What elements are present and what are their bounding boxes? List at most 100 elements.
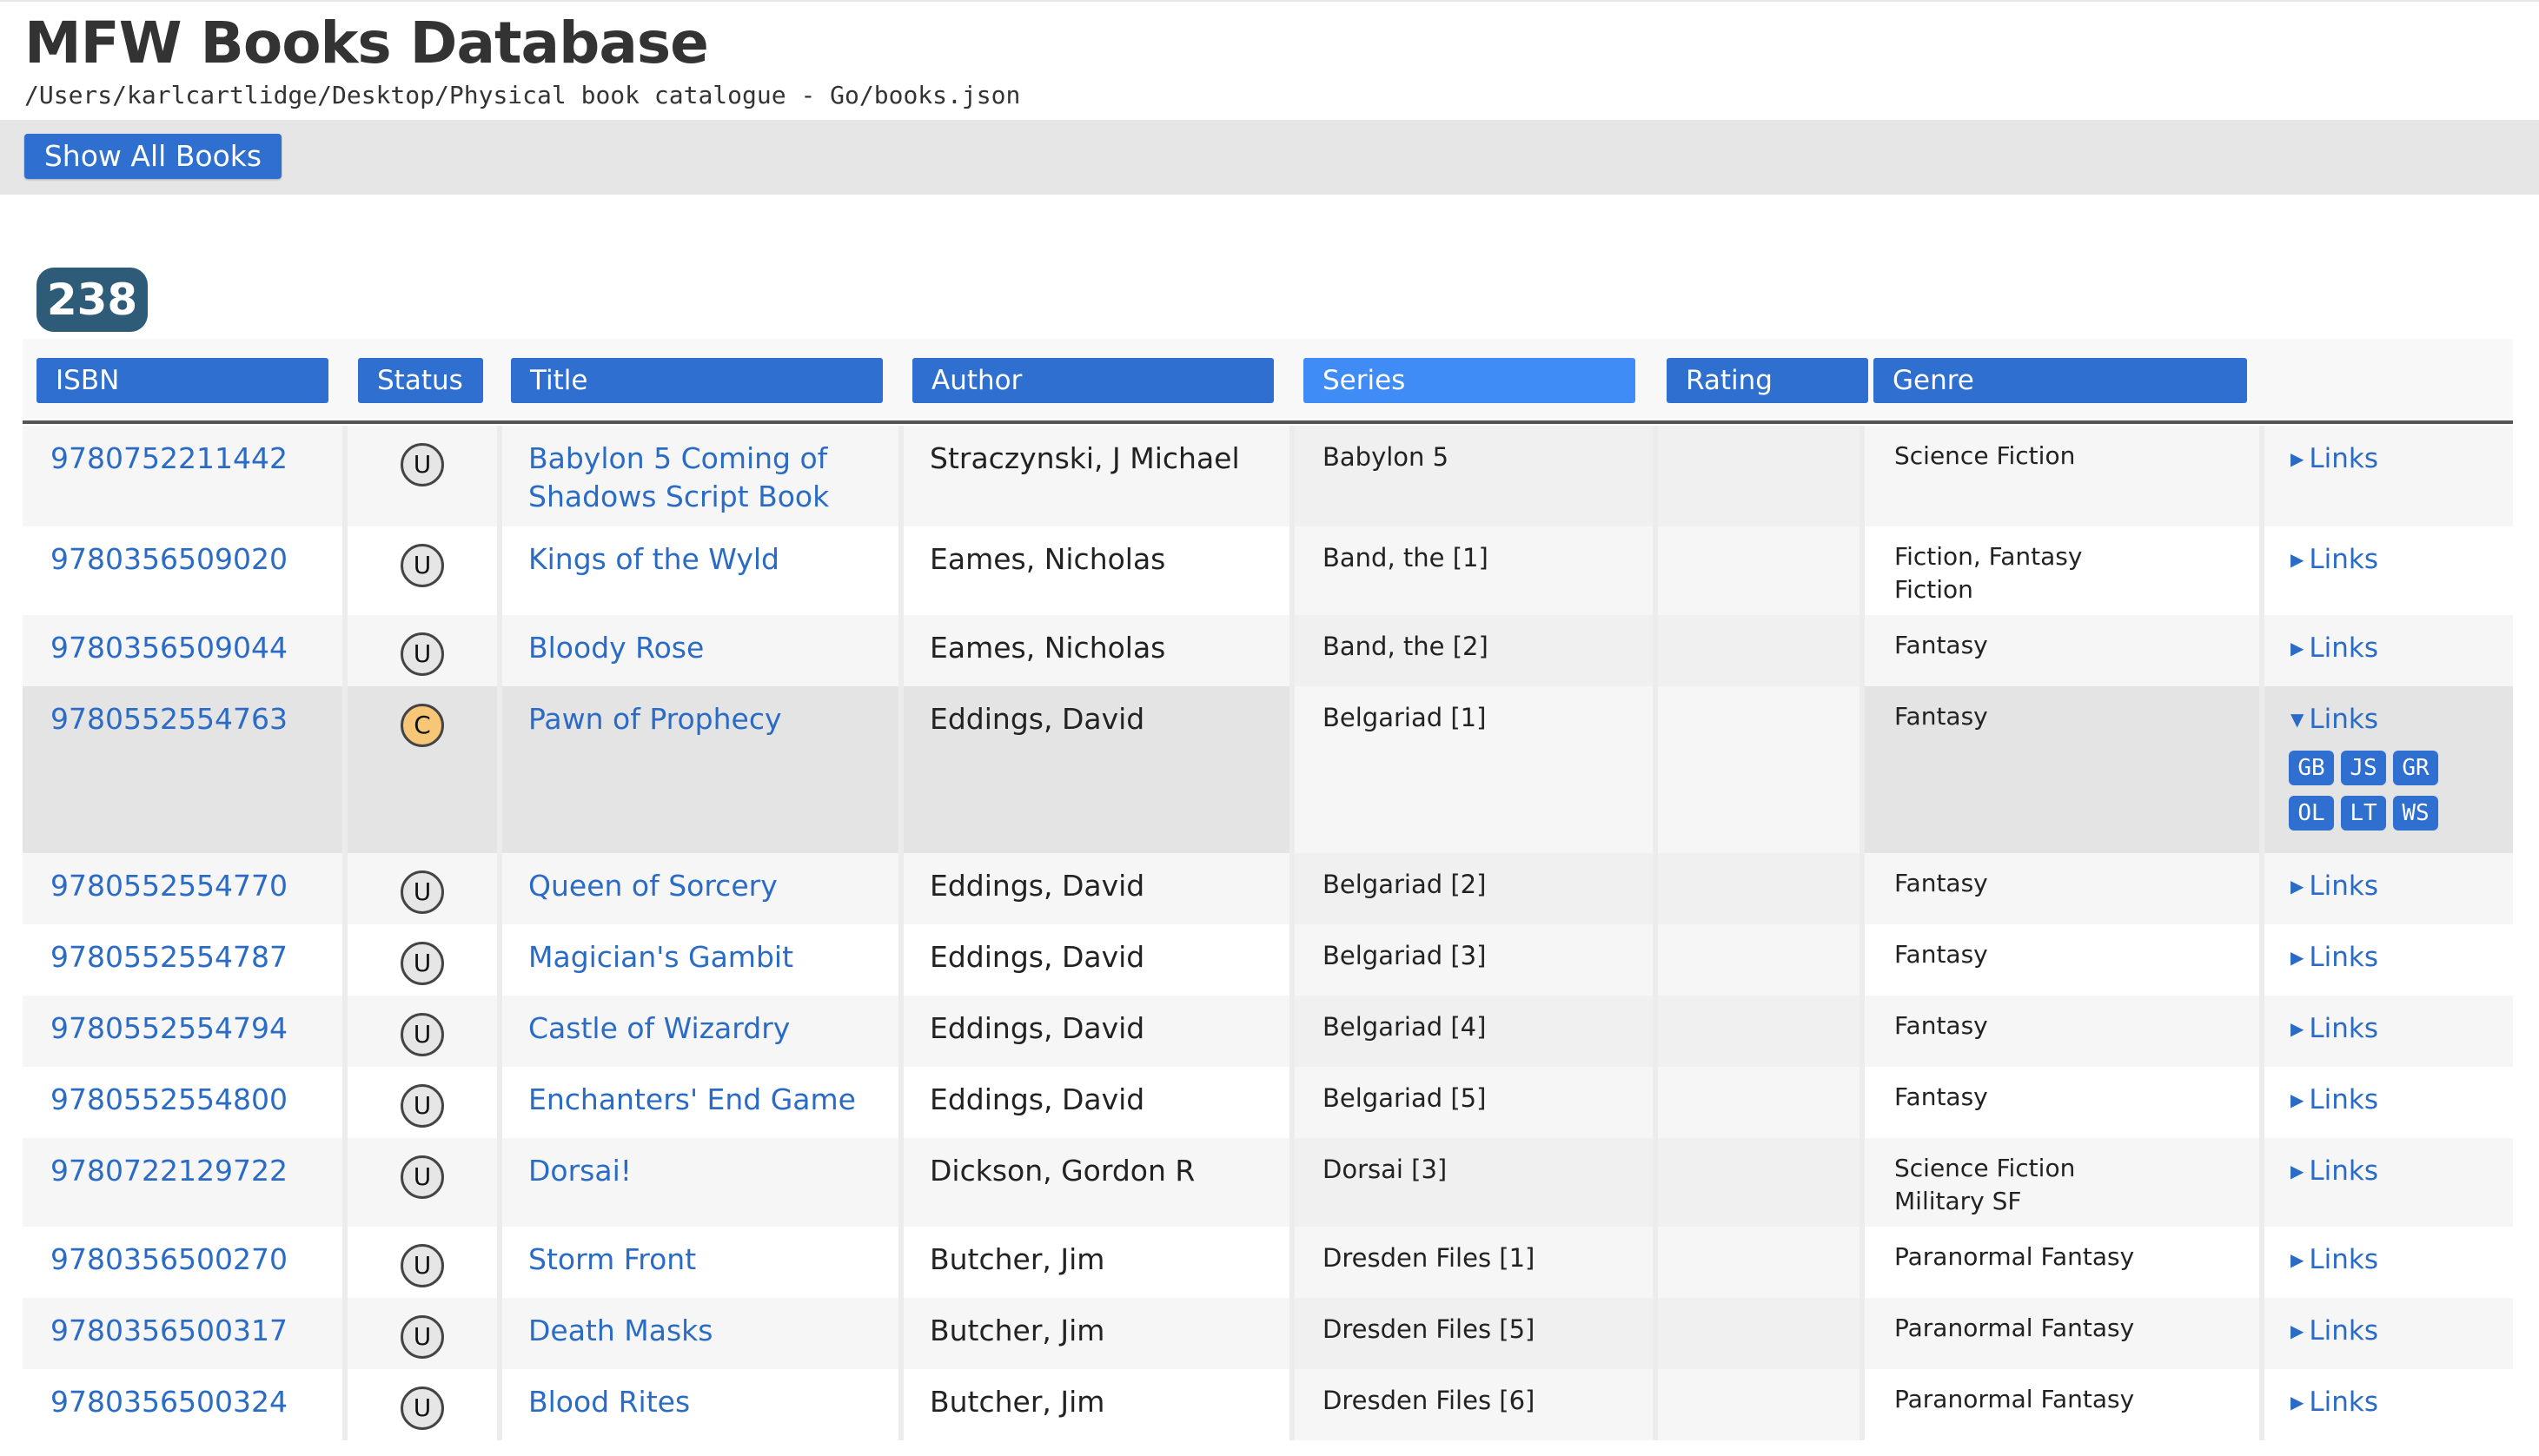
isbn-link[interactable]: 9780552554787 <box>23 924 342 976</box>
title-link[interactable]: Castle of Wizardry <box>502 996 898 1056</box>
triangle-right-icon: ▶ <box>2290 1320 2304 1341</box>
links-toggle[interactable]: ▶ Links <box>2264 1227 2513 1279</box>
links-toggle[interactable]: ▶ Links <box>2264 924 2513 976</box>
links-toggle[interactable]: ▶ Links <box>2264 996 2513 1048</box>
author-text: Eames, Nicholas <box>930 631 1166 665</box>
table-row: 9780552554794 U Castle of Wizardry Eddings,… <box>23 996 2513 1067</box>
rating-text <box>1658 853 1860 867</box>
status-badge[interactable]: U <box>401 1013 444 1056</box>
links-toggle[interactable]: ▶ Links <box>2264 615 2513 667</box>
title-cell: Pawn of Prophecy <box>502 686 904 853</box>
show-all-books-button[interactable]: Show All Books <box>24 134 282 179</box>
status-cell: U <box>348 1369 502 1440</box>
genre-text: Fiction, Fantasy <box>1894 542 2083 571</box>
genre-text: Paranormal Fantasy <box>1894 1314 2135 1342</box>
status-badge[interactable]: U <box>401 1387 444 1430</box>
sort-series-button[interactable]: Series <box>1303 358 1635 403</box>
table-row: 9780552554787 U Magician's Gambit Eddings, … <box>23 924 2513 996</box>
title-link[interactable]: Death Masks <box>502 1298 898 1359</box>
rating-cell <box>1658 996 1865 1067</box>
title-link[interactable]: Queen of Sorcery <box>502 853 898 914</box>
isbn-link[interactable]: 9780552554794 <box>23 996 342 1048</box>
isbn-link[interactable]: 9780552554763 <box>23 686 342 738</box>
author-text: Eames, Nicholas <box>930 542 1166 576</box>
sort-title-button[interactable]: Title <box>511 358 883 403</box>
isbn-cell: 9780552554794 <box>23 996 348 1067</box>
series-cell: Babylon 5 <box>1295 426 1658 526</box>
external-link-badge[interactable]: OL <box>2289 796 2334 831</box>
author-text: Straczynski, J Michael <box>930 441 1240 475</box>
title-link[interactable]: Pawn of Prophecy <box>502 686 898 747</box>
isbn-link[interactable]: 9780752211442 <box>23 426 342 478</box>
author-text: Butcher, Jim <box>930 1242 1105 1276</box>
title-link[interactable]: Enchanters' End Game <box>502 1067 898 1128</box>
status-badge[interactable]: C <box>401 704 444 747</box>
sort-isbn-button[interactable]: ISBN <box>36 358 328 403</box>
rating-cell <box>1658 1298 1865 1369</box>
series-cell: Belgariad [3] <box>1295 924 1658 996</box>
external-link-badge[interactable]: GR <box>2393 751 2438 785</box>
title-link[interactable]: Babylon 5 Coming of Shadows Script Book <box>502 426 898 525</box>
sort-genre-button[interactable]: Genre <box>1873 358 2247 403</box>
title-link[interactable]: Bloody Rose <box>502 615 898 676</box>
rating-cell <box>1658 615 1865 686</box>
links-toggle[interactable]: ▶ Links <box>2264 1298 2513 1350</box>
isbn-cell: 9780722129722 <box>23 1138 348 1227</box>
status-badge[interactable]: U <box>401 544 444 587</box>
isbn-link[interactable]: 9780356509020 <box>23 526 342 579</box>
triangle-right-icon: ▶ <box>2290 1249 2304 1270</box>
external-link-badge[interactable]: WS <box>2393 796 2438 831</box>
links-toggle[interactable]: ▼ Links <box>2264 686 2513 738</box>
rating-cell <box>1658 1067 1865 1138</box>
sort-status-button[interactable]: Status <box>358 358 483 403</box>
isbn-cell: 9780356500317 <box>23 1298 348 1369</box>
links-toggle[interactable]: ▶ Links <box>2264 526 2513 579</box>
isbn-link[interactable]: 9780356500270 <box>23 1227 342 1279</box>
links-toggle[interactable]: ▶ Links <box>2264 853 2513 905</box>
external-link-badge[interactable]: JS <box>2341 751 2386 785</box>
isbn-link[interactable]: 9780356509044 <box>23 615 342 667</box>
status-badge[interactable]: U <box>401 1315 444 1359</box>
title-link[interactable]: Magician's Gambit <box>502 924 898 985</box>
sort-author-button[interactable]: Author <box>912 358 1274 403</box>
external-link-badge[interactable]: LT <box>2341 796 2386 831</box>
status-badge[interactable]: U <box>401 942 444 985</box>
title-link[interactable]: Dorsai! <box>502 1138 898 1199</box>
links-cell: ▶ Links <box>2264 1138 2513 1227</box>
triangle-right-icon: ▶ <box>2290 1392 2304 1413</box>
links-toggle[interactable]: ▶ Links <box>2264 1067 2513 1119</box>
series-text: Dresden Files [6] <box>1323 1386 1535 1415</box>
status-badge[interactable]: U <box>401 870 444 914</box>
title-link[interactable]: Storm Front <box>502 1227 898 1287</box>
series-cell: Dorsai [3] <box>1295 1138 1658 1227</box>
page-title: MFW Books Database <box>24 10 709 76</box>
isbn-link[interactable]: 9780356500317 <box>23 1298 342 1350</box>
links-toggle[interactable]: ▶ Links <box>2264 1138 2513 1190</box>
external-link-badge[interactable]: GB <box>2289 751 2334 785</box>
status-badge[interactable]: U <box>401 1084 444 1128</box>
triangle-right-icon: ▶ <box>2290 947 2304 968</box>
status-badge[interactable]: U <box>401 632 444 676</box>
series-cell: Belgariad [1] <box>1295 686 1658 853</box>
title-link[interactable]: Blood Rites <box>502 1369 898 1430</box>
isbn-link[interactable]: 9780722129722 <box>23 1138 342 1190</box>
series-text: Belgariad [4] <box>1323 1012 1487 1042</box>
table-row: 9780552554763 C Pawn of Prophecy Eddings, D… <box>23 686 2513 853</box>
status-cell: U <box>348 426 502 526</box>
links-cell: ▶ Links <box>2264 924 2513 996</box>
status-badge[interactable]: U <box>401 443 444 486</box>
genre-cell: Fantasy <box>1865 615 2264 686</box>
sort-rating-button[interactable]: Rating <box>1667 358 1868 403</box>
title-link[interactable]: Kings of the Wyld <box>502 526 898 587</box>
isbn-cell: 9780752211442 <box>23 426 348 526</box>
status-badge[interactable]: U <box>401 1244 444 1287</box>
links-toggle[interactable]: ▶ Links <box>2264 426 2513 478</box>
isbn-link[interactable]: 9780552554800 <box>23 1067 342 1119</box>
triangle-right-icon: ▶ <box>2290 1089 2304 1110</box>
isbn-link[interactable]: 9780356500324 <box>23 1369 342 1421</box>
links-toggle[interactable]: ▶ Links <box>2264 1369 2513 1421</box>
isbn-link[interactable]: 9780552554770 <box>23 853 342 905</box>
genre-cell: Fiction, Fantasy Fiction <box>1865 526 2264 615</box>
status-badge[interactable]: U <box>401 1155 444 1199</box>
title-cell: Kings of the Wyld <box>502 526 904 615</box>
